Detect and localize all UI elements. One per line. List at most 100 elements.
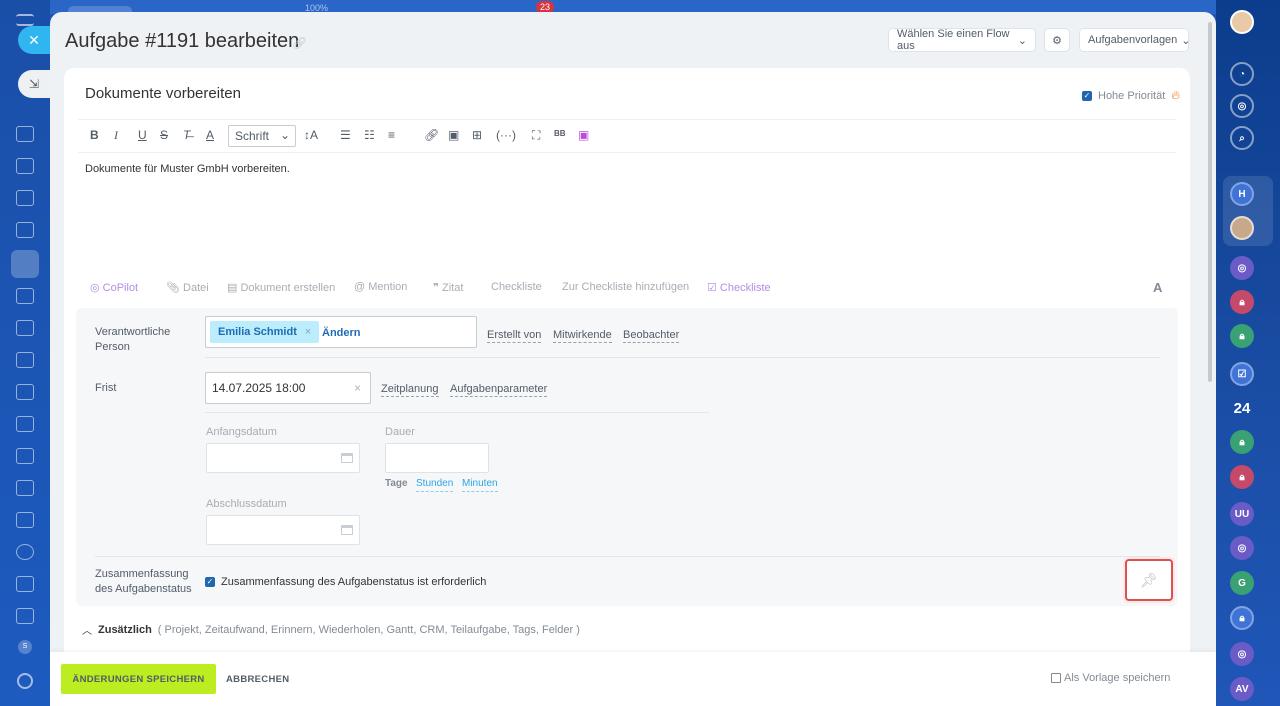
settings-button[interactable]: ⚙ [1045,29,1069,51]
link-icon[interactable]: 🔗︎ [424,128,439,142]
flow-select[interactable]: Wählen Sie einen Flow aus ⌄ [889,28,1035,52]
planning-link[interactable]: Zeitplanung [381,382,439,397]
chart-icon[interactable] [16,352,34,368]
calendar-24[interactable]: 24 [1230,396,1254,420]
add-to-checklist-button[interactable]: Zur Checkliste hinzufügen [562,281,689,293]
close-panel-button[interactable]: ✕ [18,26,50,54]
italic-icon[interactable]: I [114,128,118,143]
clear-format-icon[interactable]: T̶ [183,128,190,142]
lock-chat-icon-3[interactable]: 🔒︎ [1230,430,1254,454]
lock-chat-icon-4[interactable]: 🔒︎ [1230,465,1254,489]
pin-button[interactable]: 📌︎ [1125,559,1173,601]
copilot-button[interactable]: ◎ CoPilot [90,281,138,294]
task-parameters-link[interactable]: Aufgabenparameter [450,382,548,397]
font-size-icon[interactable]: ↕A [304,128,318,142]
font-color-icon[interactable]: A [206,128,214,142]
days-unit[interactable]: Tage [385,478,408,489]
users-icon[interactable] [16,190,34,206]
target-icon[interactable] [16,544,34,560]
cancel-button[interactable]: ABBRECHEN [226,664,289,694]
task-description[interactable]: Dokumente für Muster GmbH vorbereiten. [85,163,290,175]
bell-icon[interactable]: ◔ [1230,62,1254,86]
font-select[interactable]: Schrift ⌄ [228,125,296,147]
numbered-list-icon[interactable]: ☰ [340,128,351,142]
responsible-field[interactable]: Emilia Schmidt × Ändern [205,316,477,348]
checklist-button[interactable]: Checkliste [491,281,542,293]
chat-copilot-icon-2[interactable]: ◎ [1230,536,1254,560]
hours-unit[interactable]: Stunden [416,477,454,492]
lock-chat-icon[interactable]: 🔒︎ [1230,290,1254,314]
robot-icon[interactable] [16,512,34,528]
minimize-panel-button[interactable]: ⇲ [18,70,50,98]
chat-g[interactable]: G [1230,571,1254,595]
screen-icon[interactable] [16,320,34,336]
chat-uu[interactable]: UU [1230,502,1254,526]
bold-icon[interactable]: B [90,128,99,142]
file-icon[interactable] [16,222,34,238]
code-icon[interactable]: (···) [496,128,516,142]
chat-av[interactable]: AV [1230,677,1254,701]
align-icon[interactable]: ≡ [388,128,395,142]
shield-icon[interactable] [16,608,34,624]
new-checklist-button[interactable]: ☑ Checkliste [707,281,771,294]
remove-chip-icon[interactable]: × [305,326,311,338]
chat-copilot-icon-3[interactable]: ◎ [1230,642,1254,666]
summary-required-checkbox[interactable]: ✓ Zusammenfassung des Aufgabenstatus ist… [205,576,486,588]
checkbox-checked-icon[interactable]: ✓ [1082,90,1092,101]
observers-link[interactable]: Beobachter [623,328,680,343]
participants-link[interactable]: Mitwirkende [553,328,612,343]
file-button[interactable]: 📎︎ Datei [166,281,209,294]
bbcode-icon[interactable]: BB [554,129,566,138]
task-chat-icon[interactable]: ☑ [1230,362,1254,386]
save-changes-button[interactable]: ÄNDERUNGEN SPEICHERN [61,664,216,694]
end-date-input[interactable] [206,515,360,545]
search-chat-icon[interactable]: ⌕ [1230,126,1254,150]
contact-icon[interactable] [16,448,34,464]
additional-section-toggle[interactable]: ︿ Zusätzlich ( Projekt, Zeitaufwand, Eri… [82,622,580,638]
minutes-unit[interactable]: Minuten [462,477,498,492]
card-icon[interactable] [16,288,34,304]
chat-copilot-icon[interactable]: ◎ [1230,256,1254,280]
scrollbar[interactable] [1208,22,1212,382]
responsible-chip[interactable]: Emilia Schmidt × [210,321,320,343]
user-avatar[interactable] [1230,10,1254,34]
lock-chat-icon-5[interactable]: 🔒︎ [1230,606,1254,630]
chat-h[interactable]: H [1230,182,1254,206]
deadline-input[interactable]: 14.07.2025 18:00 × [205,372,371,404]
lock-chat-icon-2[interactable]: 🔒︎ [1230,324,1254,348]
high-priority-toggle[interactable]: ✓ Hohe Priorität 🔥︎ [1082,88,1180,103]
save-as-template-checkbox[interactable]: Als Vorlage speichern [1051,672,1170,684]
formatting-toggle[interactable]: A [1153,280,1162,295]
filter-icon[interactable] [16,416,34,432]
menu-icon[interactable] [16,14,34,26]
cart-icon[interactable] [16,384,34,400]
bullet-list-icon[interactable]: ☷ [364,128,375,142]
image-icon[interactable]: ▣ [448,128,459,142]
link-icon[interactable]: 🔗︎ [292,36,307,50]
calendar-icon[interactable] [16,480,34,496]
copilot-icon[interactable]: ◎ [1230,94,1254,118]
doc-icon[interactable] [16,126,34,142]
tasks-icon[interactable] [11,250,39,278]
checkbox-checked-icon[interactable]: ✓ [205,577,215,587]
strikethrough-icon[interactable]: S [160,128,168,142]
start-date-input[interactable] [206,443,360,473]
ai-image-icon[interactable]: ▣ [578,128,589,142]
table-icon[interactable]: ⊞ [472,128,482,142]
templates-button[interactable]: Aufgabenvorlagen ⌄ [1080,29,1191,51]
settings-icon[interactable] [17,673,33,689]
sign-icon[interactable] [16,576,34,592]
underline-icon[interactable]: U [138,128,147,142]
user-avatar-small[interactable]: S [18,640,32,654]
quote-button[interactable]: ❞ Zitat [433,281,463,294]
task-title-input[interactable]: Dokumente vorbereiten [85,85,241,102]
chat-icon[interactable] [16,158,34,174]
fullscreen-icon[interactable]: ⛶ [532,128,540,143]
clear-deadline-icon[interactable]: × [354,381,361,395]
mention-button[interactable]: @ Mention [354,281,407,293]
chat-avatar[interactable] [1230,216,1254,240]
created-by-link[interactable]: Erstellt von [487,328,542,343]
change-responsible-link[interactable]: Ändern [322,327,361,339]
checkbox-empty-icon[interactable] [1051,673,1061,683]
duration-input[interactable] [385,443,489,473]
